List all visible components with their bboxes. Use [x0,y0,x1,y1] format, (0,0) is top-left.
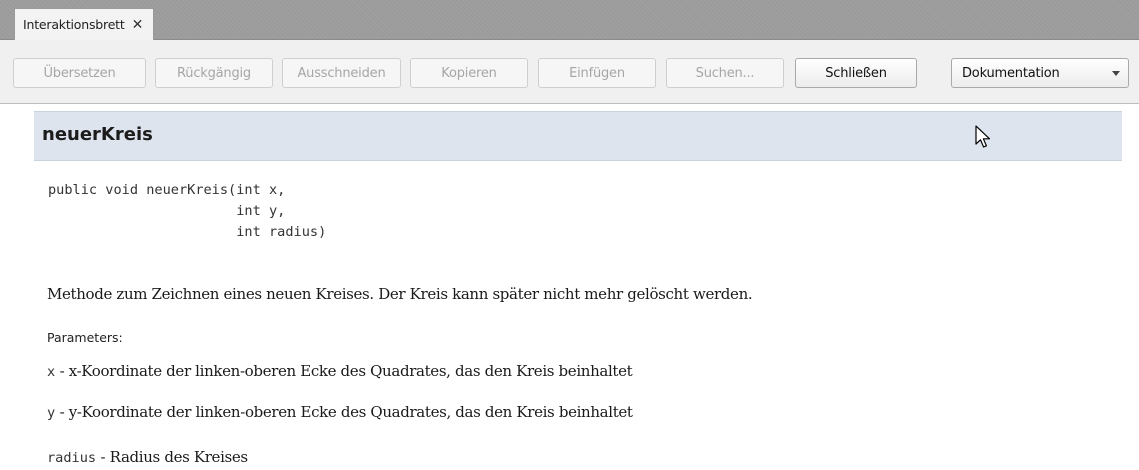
find-button[interactable]: Suchen... [666,58,784,88]
method-signature: public void neuerKreis(int x, int y, int… [48,180,326,243]
param-name: y [47,405,56,421]
paste-button[interactable]: Einfügen [538,58,656,88]
param-item: x - x-Koordinate der linken-oberen Ecke … [47,362,633,380]
undo-button[interactable]: Rückgängig [155,58,273,88]
copy-button[interactable]: Kopieren [410,58,528,88]
method-heading-bar: neuerKreis [34,111,1122,161]
close-button[interactable]: Schließen [795,58,917,88]
documentation-pane: neuerKreis public void neuerKreis(int x,… [0,104,1139,470]
tab-interaktionsbrett[interactable]: Interaktionsbrett ✕ [14,8,155,40]
param-name: x [47,364,56,380]
close-tab-icon[interactable]: ✕ [132,17,144,33]
toolbar: Übersetzen Rückgängig Ausschneiden Kopie… [0,40,1139,104]
param-item: radius - Radius des Kreises [47,448,248,466]
signature-line: public void neuerKreis(int x, [48,182,286,198]
param-description: - Radius des Kreises [96,448,249,466]
view-select-value: Dokumentation [962,65,1060,81]
method-title: neuerKreis [42,124,153,145]
method-description: Methode zum Zeichnen eines neuen Kreises… [47,285,753,303]
param-description: - y-Koordinate der linken-oberen Ecke de… [55,403,633,421]
param-name: radius [47,450,97,466]
view-select-dropdown[interactable]: Dokumentation [951,58,1129,88]
param-item: y - y-Koordinate der linken-oberen Ecke … [47,403,633,421]
param-description: - x-Koordinate der linken-oberen Ecke de… [55,362,633,380]
signature-line: int radius) [48,224,327,240]
chevron-down-icon [1112,71,1120,76]
cut-button[interactable]: Ausschneiden [282,58,401,88]
editor-window: Interaktionsbrett ✕ Übersetzen Rückgängi… [0,0,1139,470]
signature-line: int y, [48,203,286,219]
tab-label: Interaktionsbrett [23,17,125,32]
tab-strip: Interaktionsbrett ✕ [0,0,1139,40]
mouse-pointer-icon [975,125,991,148]
translate-button[interactable]: Übersetzen [13,58,146,88]
parameters-heading: Parameters: [47,330,123,345]
